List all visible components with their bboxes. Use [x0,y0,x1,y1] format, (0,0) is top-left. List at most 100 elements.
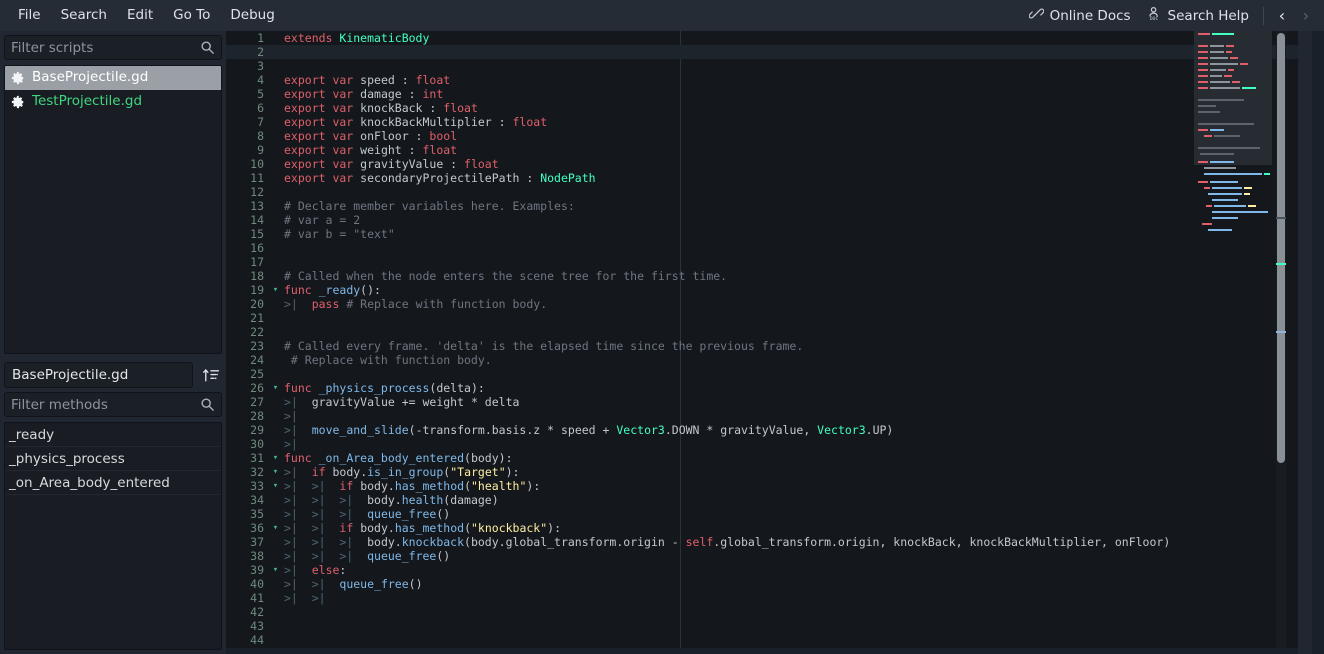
code-line[interactable]: 8 export var onFloor : bool [226,129,1298,143]
fold-arrow-icon[interactable]: ▾ [270,283,281,297]
code-line[interactable]: 38 >| >| >| queue_free() [226,549,1298,563]
prev-script-button[interactable]: ‹ [1270,4,1294,28]
code-text: func _on_Area_body_entered(body): [284,451,513,465]
code-line[interactable]: 35 >| >| >| queue_free() [226,507,1298,521]
method-item-body-enter[interactable]: _on_Area_body_entered [5,471,221,495]
menu-goto[interactable]: Go To [163,5,220,27]
code-line[interactable]: 31 ▾ func _on_Area_body_entered(body): [226,451,1298,465]
next-script-button[interactable]: › [1294,4,1318,28]
code-line[interactable]: 18 # Called when the node enters the scen… [226,269,1298,283]
code-line[interactable]: 44 [226,633,1298,647]
code-line[interactable]: 11 export var secondaryProjectilePath : N… [226,171,1298,185]
line-number: 28 [250,409,264,423]
code-line[interactable]: 7 export var knockBackMultiplier : float [226,115,1298,129]
method-item-ready[interactable]: _ready [5,423,221,447]
code-line[interactable]: 41 >| >| [226,591,1298,605]
code-line[interactable]: 37 >| >| >| body.knockback(body.global_tr… [226,535,1298,549]
minimap-line [1198,45,1208,47]
code-line[interactable]: 36 ▾ >| >| if body.has_method("knockback")… [226,521,1298,535]
code-text: # Called every frame. 'delta' is the ela… [284,339,804,353]
code-line[interactable]: 34 >| >| >| body.health(damage) [226,493,1298,507]
minimap-line [1212,33,1234,35]
code-line[interactable]: 22 [226,325,1298,339]
filter-methods-box[interactable] [4,392,222,417]
line-number: 22 [250,325,264,339]
code-line[interactable]: 26 ▾ func _physics_process(delta): [226,381,1298,395]
code-line[interactable]: 9 export var weight : float [226,143,1298,157]
code-line[interactable]: 25 [226,367,1298,381]
code-line[interactable]: 17 [226,255,1298,269]
fold-arrow-icon[interactable]: ▾ [270,465,281,479]
line-number: 4 [257,73,264,87]
code-line[interactable]: 33 ▾ >| >| if body.has_method("health"): [226,479,1298,493]
minimap-viewport[interactable] [1194,31,1272,231]
fold-arrow-icon[interactable]: ▾ [270,521,281,535]
menu-search[interactable]: Search [51,5,117,27]
code-line[interactable]: 13 # Declare member variables here. Examp… [226,199,1298,213]
code-lines[interactable]: 1 extends KinematicBody 2 3 4 export var spee… [226,31,1298,654]
code-line[interactable]: 39 ▾ >| else: [226,563,1298,577]
minimap-line [1244,187,1252,189]
code-minimap[interactable] [1194,31,1272,654]
code-line[interactable]: 30 >| [226,437,1298,451]
menu-debug[interactable]: Debug [220,5,284,27]
minimap-line [1202,223,1212,225]
filter-methods-input[interactable] [11,396,200,413]
code-line[interactable]: 14 # var a = 2 [226,213,1298,227]
code-line[interactable]: 29 >| move_and_slide(-transform.basis.z *… [226,423,1298,437]
code-line[interactable]: 32 ▾ >| if body.is_in_group("Target"): [226,465,1298,479]
sort-methods-button[interactable] [198,363,222,387]
script-item-testprojectile[interactable]: TestProjectile.gd [5,90,221,114]
code-line[interactable]: 40 >| >| queue_free() [226,577,1298,591]
code-line[interactable]: 6 export var knockBack : float [226,101,1298,115]
line-number: 14 [250,213,264,227]
code-line[interactable]: 20 >| pass # Replace with function body. [226,297,1298,311]
code-line[interactable]: 16 [226,241,1298,255]
code-line[interactable]: 24 # Replace with function body. [226,353,1298,367]
editor-vertical-scrollbar[interactable] [1276,31,1286,654]
line-number: 21 [250,311,264,325]
code-line[interactable]: 43 [226,619,1298,633]
filter-scripts-box[interactable] [4,35,222,60]
code-line[interactable]: 10 export var gravityValue : float [226,157,1298,171]
code-line[interactable]: 28 >| [226,409,1298,423]
code-line[interactable]: 12 [226,185,1298,199]
editor-right-edge [1312,31,1324,654]
code-text: export var secondaryProjectilePath : Nod… [284,171,596,185]
code-line[interactable]: 42 [226,605,1298,619]
code-line[interactable]: 23 # Called every frame. 'delta' is the e… [226,339,1298,353]
menu-file[interactable]: File [8,5,51,27]
minimap-line [1198,57,1208,59]
minimap-line [1210,161,1234,163]
code-line[interactable]: 15 # var b = "text" [226,227,1298,241]
script-item-baseprojectile[interactable]: BaseProjectile.gd [5,66,221,90]
fold-arrow-icon[interactable]: ▾ [270,563,281,577]
code-line[interactable]: 2 [226,45,1298,59]
code-line[interactable]: 3 [226,59,1298,73]
filter-scripts-input[interactable] [11,39,200,56]
code-line[interactable]: 19 ▾ func _ready(): [226,283,1298,297]
fold-arrow-icon[interactable]: ▾ [270,381,281,395]
editor-horizontal-scrollbar[interactable] [226,648,1298,654]
online-docs-button[interactable]: Online Docs [1021,3,1139,28]
fold-arrow-icon[interactable]: ▾ [270,479,281,493]
code-line[interactable]: 4 export var speed : float [226,73,1298,87]
code-line[interactable]: 1 extends KinematicBody [226,31,1298,45]
method-item-physics[interactable]: _physics_process [5,447,221,471]
code-text: export var onFloor : bool [284,129,458,143]
line-number: 43 [250,619,264,633]
code-line[interactable]: 27 >| gravityValue += weight * delta [226,395,1298,409]
code-line[interactable]: 21 [226,311,1298,325]
menu-edit[interactable]: Edit [117,5,163,27]
search-help-button[interactable]: DOC Search Help [1139,3,1257,28]
code-editor[interactable]: 1 extends KinematicBody 2 3 4 export var spee… [226,31,1298,654]
menu-bar-right: Online Docs DOC Search Help ‹ › [1021,0,1324,31]
scrollbar-thumb[interactable] [1277,33,1285,463]
fold-arrow-icon[interactable]: ▾ [270,451,281,465]
code-line[interactable]: 5 export var damage : int [226,87,1298,101]
